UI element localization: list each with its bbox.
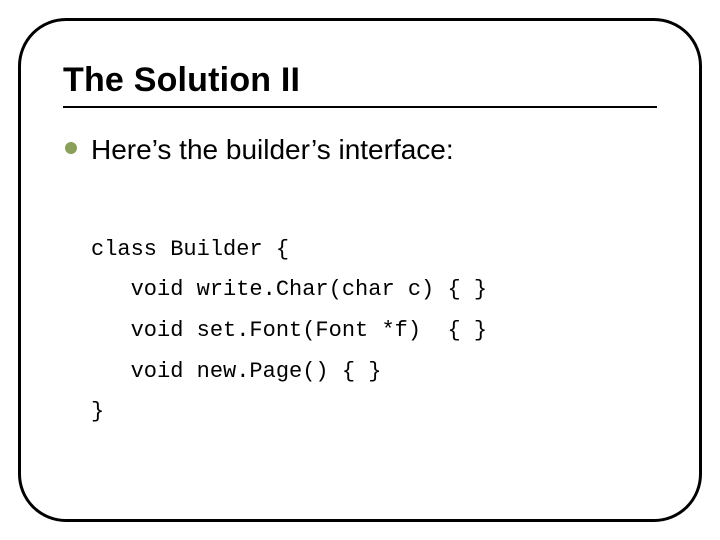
code-line: void set.Font(Font *f) { }	[91, 318, 487, 343]
bullet-item: Here’s the builder’s interface:	[65, 132, 657, 167]
bullet-icon	[65, 142, 77, 154]
code-line: class Builder {	[91, 237, 289, 262]
title-underline	[63, 106, 657, 108]
code-line: }	[91, 399, 104, 424]
slide-frame: The Solution II Here’s the builder’s int…	[18, 18, 702, 522]
slide-title: The Solution II	[63, 61, 657, 100]
bullet-text: Here’s the builder’s interface:	[91, 132, 454, 167]
slide: The Solution II Here’s the builder’s int…	[0, 0, 720, 540]
code-block: class Builder { void write.Char(char c) …	[91, 189, 657, 474]
code-line: void new.Page() { }	[91, 359, 381, 384]
code-line: void write.Char(char c) { }	[91, 277, 487, 302]
